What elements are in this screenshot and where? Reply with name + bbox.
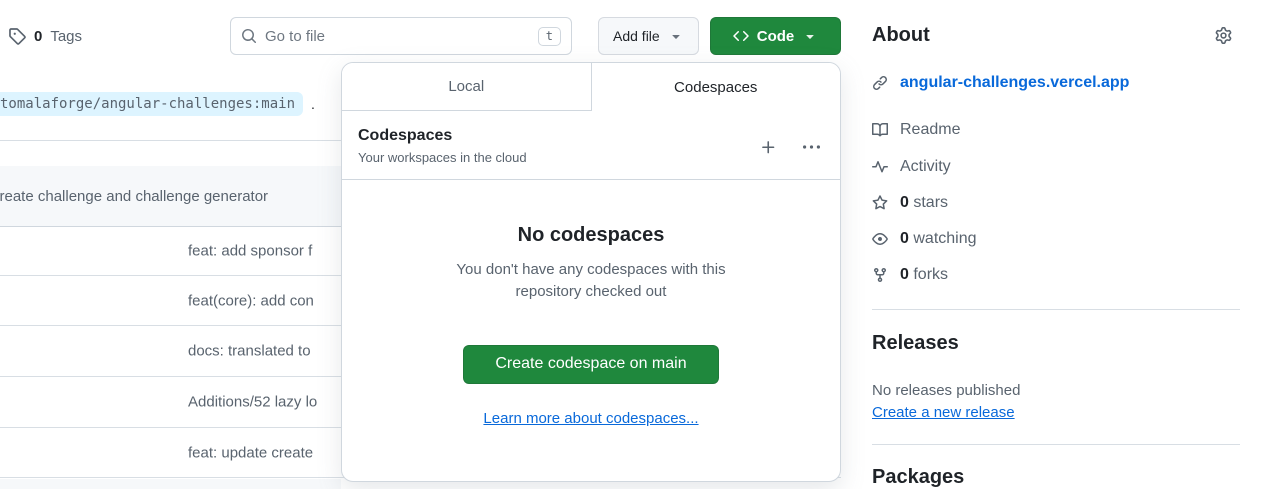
create-release-link[interactable]: Create a new release (872, 404, 1015, 421)
commit-message-link[interactable]: feat: update create (188, 444, 313, 461)
divider (0, 140, 341, 141)
plus-icon (760, 139, 777, 156)
tab-local[interactable]: Local (342, 63, 592, 111)
tags-count: 0 (34, 28, 42, 45)
about-title: About (872, 24, 930, 47)
forks-label: forks (913, 266, 948, 283)
tag-icon (8, 27, 26, 45)
no-releases-text: No releases published (872, 382, 1020, 399)
branch-ref-chip: tomalaforge/angular-challenges:main (0, 92, 303, 116)
tags-link[interactable]: 0 Tags (8, 26, 82, 46)
ref-suffix: . (311, 96, 315, 112)
kebab-horizontal-icon (803, 139, 820, 156)
watching-count: 0 (900, 230, 909, 247)
commit-message-link[interactable]: feat(core): add con (188, 292, 314, 309)
readme-link[interactable]: Readme (872, 121, 960, 139)
divider (872, 444, 1240, 445)
commit-message-link[interactable]: docs: translated to (188, 343, 311, 360)
add-file-button[interactable]: Add file (598, 17, 699, 55)
create-codespace-button[interactable]: Create codespace on main (463, 345, 719, 384)
new-codespace-button[interactable] (756, 135, 781, 160)
branch-ref-line: tomalaforge/angular-challenges:main . (0, 92, 315, 116)
link-icon (872, 75, 888, 91)
code-dropdown-tabs: Local Codespaces (342, 63, 840, 111)
search-icon (241, 28, 257, 44)
table-next-row-edge (0, 479, 341, 489)
code-dropdown-popover: Local Codespaces Codespaces Your workspa… (341, 62, 841, 482)
tags-label: Tags (50, 28, 82, 45)
codespaces-title: Codespaces (358, 127, 756, 145)
commit-message-link[interactable]: Additions/52 lazy lo (188, 394, 317, 411)
stars-link[interactable]: 0 stars (872, 194, 948, 212)
releases-title: Releases (872, 332, 959, 355)
divider (872, 309, 1240, 310)
website-link[interactable]: angular-challenges.vercel.app (900, 74, 1129, 92)
code-button-label: Code (757, 28, 795, 45)
codespaces-subtitle: Your workspaces in the cloud (358, 150, 756, 165)
add-file-label: Add file (613, 28, 660, 44)
codespaces-empty-state: No codespaces You don't have any codespa… (342, 224, 840, 428)
hotkey-badge: t (538, 27, 561, 46)
code-button[interactable]: Code (710, 17, 841, 55)
edit-repo-details-button[interactable] (1215, 27, 1232, 44)
commit-message-link[interactable]: feat: add sponsor f (188, 243, 312, 260)
about-sidebar: About angular-challenges.vercel.app Read… (872, 0, 1240, 489)
gear-icon (1215, 27, 1232, 44)
book-icon (872, 122, 888, 138)
codespaces-panel-header: Codespaces Your workspaces in the cloud (342, 111, 840, 180)
github-repo-page: 0 Tags t Add file Code tomalaforge/angul… (0, 0, 1278, 489)
watching-link[interactable]: 0 watching (872, 230, 977, 248)
readme-label: Readme (900, 121, 960, 139)
chevron-down-icon (802, 28, 818, 44)
activity-link[interactable]: Activity (872, 158, 951, 176)
stars-label: stars (913, 194, 948, 211)
chevron-down-icon (668, 28, 684, 44)
website-link-row: angular-challenges.vercel.app (872, 74, 1129, 92)
star-icon (872, 195, 888, 211)
fork-icon (872, 267, 888, 283)
codespaces-options-button[interactable] (799, 135, 824, 160)
stars-count: 0 (900, 194, 909, 211)
watching-label: watching (913, 230, 976, 247)
empty-state-description: You don't have any codespaces with this … (431, 259, 751, 303)
activity-label: Activity (900, 158, 951, 176)
pulse-icon (872, 159, 888, 175)
go-to-file-input[interactable] (265, 28, 530, 45)
forks-link[interactable]: 0 forks (872, 266, 948, 284)
eye-icon (872, 231, 888, 247)
forks-count: 0 (900, 266, 909, 283)
code-icon (733, 28, 749, 44)
packages-title: Packages (872, 466, 964, 489)
latest-commit-message[interactable]: create challenge and challenge generator (0, 166, 268, 227)
empty-state-title: No codespaces (342, 224, 840, 247)
tab-codespaces[interactable]: Codespaces (592, 63, 841, 111)
learn-more-link[interactable]: Learn more about codespaces... (483, 410, 698, 427)
go-to-file-search[interactable]: t (230, 17, 572, 55)
